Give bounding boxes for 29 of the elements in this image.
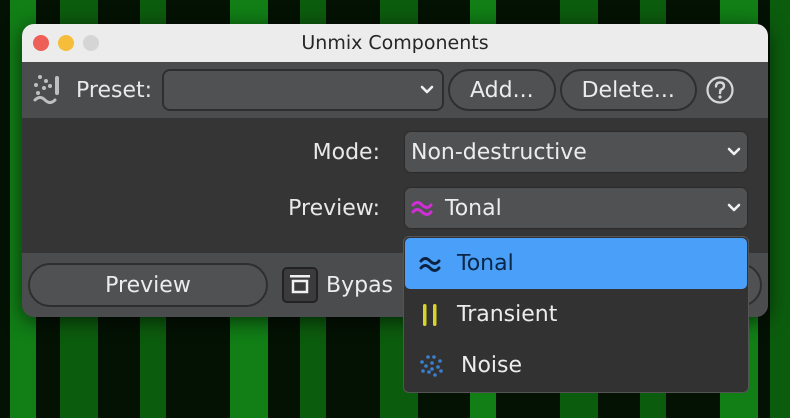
field-label: Mode:: [312, 138, 380, 166]
close-button[interactable]: [33, 35, 49, 51]
bypass-checkbox[interactable]: [282, 267, 318, 303]
minimize-button[interactable]: [58, 35, 74, 51]
menu-item-label: Tonal: [457, 250, 514, 278]
help-icon[interactable]: [704, 75, 735, 105]
chevron-icon: [420, 85, 434, 95]
select-field[interactable]: Non-destructive: [404, 131, 748, 173]
wave-icon: [411, 199, 433, 217]
select-field[interactable]: Tonal: [404, 187, 748, 229]
preset-dropdown[interactable]: [162, 69, 444, 111]
menu-item[interactable]: Noise: [405, 340, 747, 391]
chevron-icon: [727, 203, 741, 213]
wave-icon: [419, 254, 441, 272]
dots-icon: [419, 354, 445, 378]
menu-item[interactable]: Transient: [405, 289, 747, 340]
preset-label: Preset:: [76, 76, 152, 104]
select-value: Tonal: [445, 194, 503, 222]
select-value: Non-destructive: [411, 138, 588, 166]
preview-button[interactable]: Preview: [28, 263, 268, 307]
menu-item[interactable]: Tonal: [405, 238, 747, 289]
bypass-label: Bypas: [326, 272, 394, 300]
toolbar-button[interactable]: Add...: [448, 69, 556, 111]
chevron-icon: [727, 147, 741, 157]
toolbar-button[interactable]: Delete...: [560, 69, 697, 111]
window-title: Unmix Components: [300, 30, 490, 56]
menu-item-label: Transient: [457, 301, 558, 329]
field-label: Preview:: [288, 194, 380, 222]
menu-item-label: Noise: [461, 352, 522, 380]
